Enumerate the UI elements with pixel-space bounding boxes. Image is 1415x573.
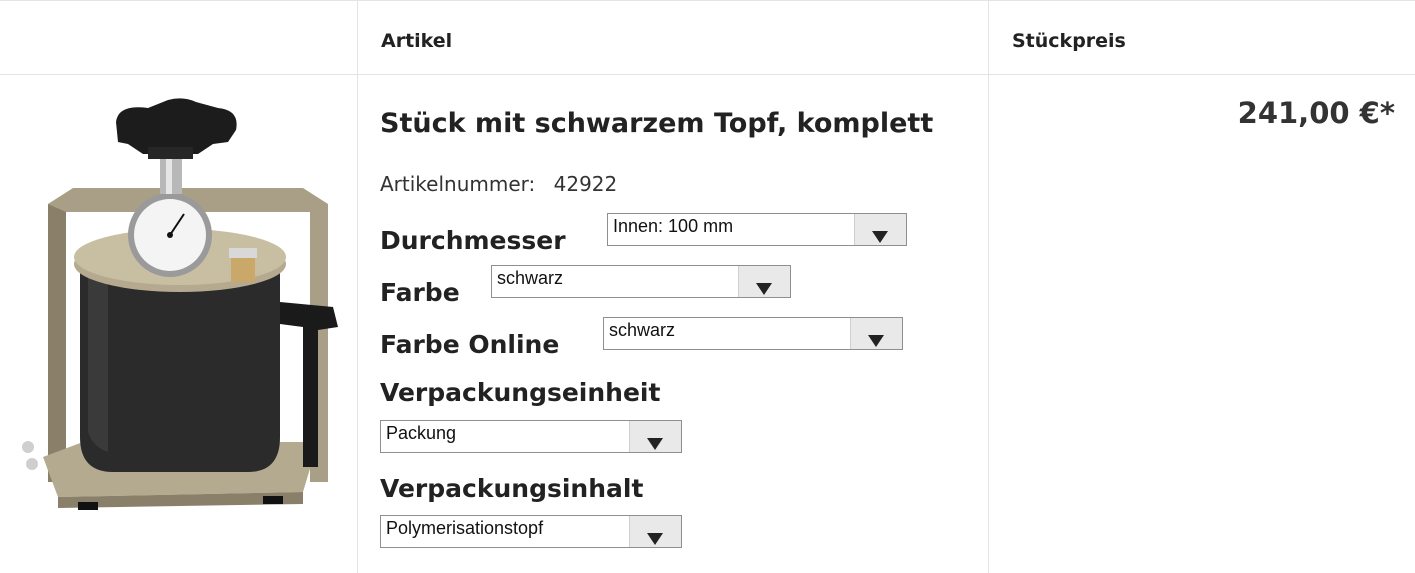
durchmesser-label: Durchmesser bbox=[380, 226, 566, 255]
row-divider bbox=[0, 0, 1415, 1]
unit-price: 241,00 €* bbox=[1237, 96, 1395, 130]
durchmesser-value: Innen: 100 mm bbox=[613, 216, 734, 236]
farbe-value: schwarz bbox=[497, 268, 564, 288]
verpackungsinhalt-value: Polymerisationstopf bbox=[386, 518, 544, 538]
column-divider bbox=[988, 0, 989, 573]
header-article: Artikel bbox=[381, 30, 453, 52]
verpackungseinheit-value: Packung bbox=[386, 423, 457, 443]
product-title[interactable]: Stück mit schwarzem Topf, komplett bbox=[380, 108, 933, 139]
row-divider bbox=[0, 74, 1415, 75]
verpackungsinhalt-select[interactable]: Polymerisationstopf bbox=[380, 515, 682, 548]
verpackungseinheit-label: Verpackungseinheit bbox=[380, 378, 661, 407]
dropdown-arrow-icon[interactable] bbox=[629, 516, 681, 547]
verpackungsinhalt-label: Verpackungsinhalt bbox=[380, 474, 644, 503]
dropdown-arrow-icon[interactable] bbox=[850, 318, 902, 349]
verpackungseinheit-select[interactable]: Packung bbox=[380, 420, 682, 453]
header-unit-price: Stückpreis bbox=[1012, 30, 1126, 52]
dropdown-arrow-icon[interactable] bbox=[738, 266, 790, 297]
farbe-label: Farbe bbox=[380, 278, 460, 307]
farbe-select[interactable]: schwarz bbox=[491, 265, 791, 298]
farbe-online-select[interactable]: schwarz bbox=[603, 317, 903, 350]
dropdown-arrow-icon[interactable] bbox=[629, 421, 681, 452]
farbe-online-label: Farbe Online bbox=[380, 330, 560, 359]
article-number: Artikelnummer: 42922 bbox=[380, 172, 617, 196]
dropdown-arrow-icon[interactable] bbox=[854, 214, 906, 245]
article-number-value: 42922 bbox=[553, 172, 618, 196]
farbe-online-value: schwarz bbox=[609, 320, 676, 340]
durchmesser-select[interactable]: Innen: 100 mm bbox=[607, 213, 907, 246]
column-divider bbox=[357, 0, 358, 573]
pressure-pot-icon[interactable] bbox=[18, 92, 348, 512]
article-number-label: Artikelnummer: bbox=[380, 172, 536, 196]
